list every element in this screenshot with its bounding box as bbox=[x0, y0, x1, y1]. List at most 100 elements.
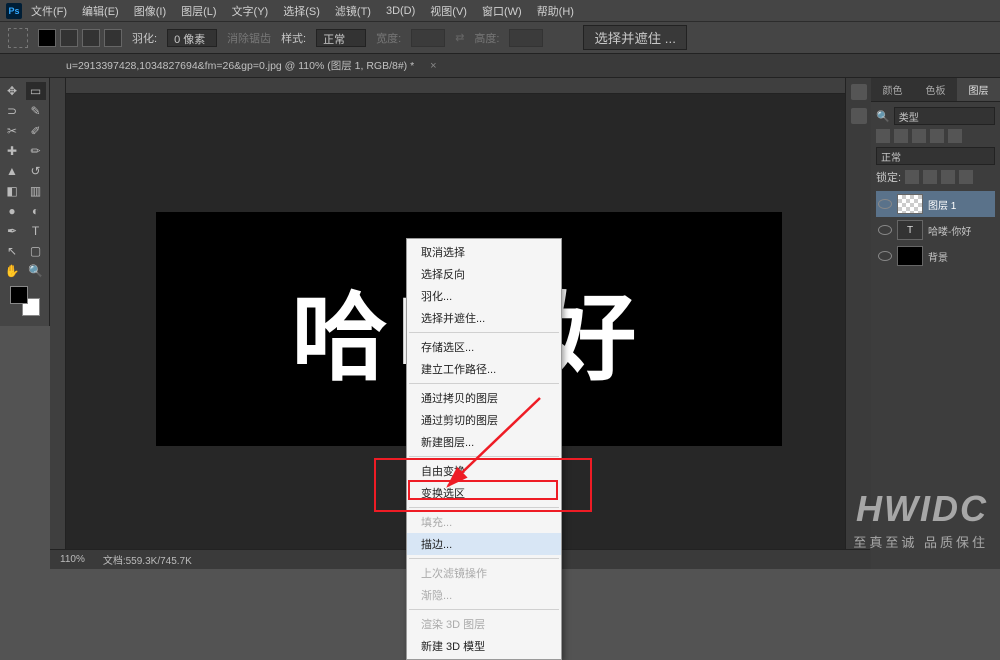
search-icon[interactable]: 🔍 bbox=[876, 110, 890, 123]
context-menu-item[interactable]: 变换选区 bbox=[407, 482, 561, 504]
blend-mode-select[interactable]: 正常 bbox=[876, 147, 995, 165]
menu-select[interactable]: 选择(S) bbox=[277, 1, 326, 21]
add-selection-icon[interactable] bbox=[60, 29, 78, 47]
move-tool-icon[interactable]: ✥ bbox=[2, 82, 22, 100]
menu-help[interactable]: 帮助(H) bbox=[531, 1, 580, 21]
tab-color[interactable]: 颜色 bbox=[871, 78, 914, 101]
close-tab-icon[interactable]: × bbox=[424, 60, 442, 72]
menu-filter[interactable]: 滤镜(T) bbox=[329, 1, 377, 21]
visibility-icon[interactable] bbox=[878, 251, 892, 261]
layer-name: 哈喽-你好 bbox=[928, 223, 971, 238]
lock-transparent-icon[interactable] bbox=[905, 170, 919, 184]
antialias-checkbox: 消除锯齿 bbox=[227, 30, 271, 46]
lasso-tool-icon[interactable]: ⊃ bbox=[2, 102, 22, 120]
eraser-tool-icon[interactable]: ◧ bbox=[2, 182, 22, 200]
foreground-color[interactable] bbox=[10, 286, 28, 304]
context-menu-item[interactable]: 存储选区... bbox=[407, 336, 561, 358]
new-selection-icon[interactable] bbox=[38, 29, 56, 47]
path-select-icon[interactable]: ↖ bbox=[2, 242, 22, 260]
marquee-tool-icon[interactable]: ▭ bbox=[26, 82, 46, 100]
context-menu-item[interactable]: 通过拷贝的图层 bbox=[407, 387, 561, 409]
visibility-icon[interactable] bbox=[878, 225, 892, 235]
context-menu-item[interactable]: 羽化... bbox=[407, 285, 561, 307]
style-label: 样式: bbox=[281, 30, 306, 46]
menu-file[interactable]: 文件(F) bbox=[25, 1, 73, 21]
history-brush-icon[interactable]: ↺ bbox=[26, 162, 46, 180]
collapsed-panels bbox=[845, 78, 871, 569]
type-tool-icon[interactable]: T bbox=[26, 222, 46, 240]
filter-type-select[interactable]: 类型 bbox=[894, 107, 995, 125]
color-swatches[interactable] bbox=[10, 286, 40, 316]
filter-adjust-icon[interactable] bbox=[894, 129, 908, 143]
visibility-icon[interactable] bbox=[878, 199, 892, 209]
options-bar: 羽化: 0 像素 消除锯齿 样式: 正常 宽度: ⇄ 高度: 选择并遮住 ... bbox=[0, 22, 1000, 54]
filter-smart-icon[interactable] bbox=[948, 129, 962, 143]
zoom-tool-icon[interactable]: 🔍 bbox=[26, 262, 46, 280]
tab-layers[interactable]: 图层 bbox=[957, 78, 1000, 101]
brush-tool-icon[interactable]: ✏ bbox=[26, 142, 46, 160]
shape-tool-icon[interactable]: ▢ bbox=[26, 242, 46, 260]
context-menu-item[interactable]: 自由变换 bbox=[407, 460, 561, 482]
quick-select-tool-icon[interactable]: ✎ bbox=[26, 102, 46, 120]
lock-position-icon[interactable] bbox=[941, 170, 955, 184]
menu-3d[interactable]: 3D(D) bbox=[380, 3, 421, 19]
context-menu-item[interactable]: 取消选择 bbox=[407, 241, 561, 263]
feather-label: 羽化: bbox=[132, 30, 157, 46]
properties-panel-icon[interactable] bbox=[851, 108, 867, 124]
context-menu-item[interactable]: 新建 3D 模型 bbox=[407, 635, 561, 657]
hand-tool-icon[interactable]: ✋ bbox=[2, 262, 22, 280]
panel-tabs: 颜色 色板 图层 bbox=[871, 78, 1000, 102]
layer-row[interactable]: 背景 bbox=[876, 243, 995, 269]
layers-panel: 🔍 类型 正常 锁定: bbox=[871, 102, 1000, 274]
context-menu-item[interactable]: 选择反向 bbox=[407, 263, 561, 285]
context-menu-item[interactable]: 选择并遮住... bbox=[407, 307, 561, 329]
context-menu-item: 上次滤镜操作 bbox=[407, 562, 561, 584]
blur-tool-icon[interactable]: ● bbox=[2, 202, 22, 220]
height-label: 高度: bbox=[474, 30, 499, 46]
context-menu-separator bbox=[409, 609, 559, 610]
stamp-tool-icon[interactable]: ▲ bbox=[2, 162, 22, 180]
filter-type-icon[interactable] bbox=[912, 129, 926, 143]
menu-edit[interactable]: 编辑(E) bbox=[76, 1, 125, 21]
intersect-selection-icon[interactable] bbox=[104, 29, 122, 47]
context-menu: 取消选择选择反向羽化...选择并遮住... 存储选区...建立工作路径... 通过拷… bbox=[406, 238, 562, 660]
marquee-tool-icon[interactable] bbox=[8, 28, 28, 48]
filter-shape-icon[interactable] bbox=[930, 129, 944, 143]
pen-tool-icon[interactable]: ✒ bbox=[2, 222, 22, 240]
context-menu-item[interactable]: 通过剪切的图层 bbox=[407, 409, 561, 431]
history-panel-icon[interactable] bbox=[851, 84, 867, 100]
swap-icon: ⇄ bbox=[455, 31, 464, 44]
select-and-mask-button[interactable]: 选择并遮住 ... bbox=[583, 25, 686, 50]
zoom-level[interactable]: 110% bbox=[60, 554, 85, 565]
tab-swatches[interactable]: 色板 bbox=[914, 78, 957, 101]
menu-image[interactable]: 图像(I) bbox=[128, 1, 172, 21]
gradient-tool-icon[interactable]: ▥ bbox=[26, 182, 46, 200]
context-menu-item[interactable]: 描边... bbox=[407, 533, 561, 555]
filter-pixel-icon[interactable] bbox=[876, 129, 890, 143]
style-select[interactable]: 正常 bbox=[316, 29, 366, 47]
context-menu-item[interactable]: 建立工作路径... bbox=[407, 358, 561, 380]
document-tab[interactable]: u=2913397428,1034827694&fm=26&gp=0.jpg @… bbox=[56, 55, 424, 76]
panels-dock: 颜色 色板 图层 🔍 类型 正常 锁定: bbox=[870, 78, 1000, 569]
context-menu-item[interactable]: 新建图层... bbox=[407, 431, 561, 453]
toolbox: ✥ ▭ ⊃ ✎ ✂ ✐ ✚ ✏ ▲ ↺ ◧ ▥ ● ◐ ✒ T ↖ ▢ ✋ 🔍 bbox=[0, 78, 50, 326]
feather-input[interactable]: 0 像素 bbox=[167, 29, 217, 47]
context-menu-item: 填充... bbox=[407, 511, 561, 533]
menu-layer[interactable]: 图层(L) bbox=[175, 1, 222, 21]
lock-all-icon[interactable] bbox=[959, 170, 973, 184]
menu-type[interactable]: 文字(Y) bbox=[226, 1, 275, 21]
lock-pixels-icon[interactable] bbox=[923, 170, 937, 184]
type-layer-icon[interactable]: T bbox=[897, 220, 923, 240]
dodge-tool-icon[interactable]: ◐ bbox=[26, 202, 46, 220]
eyedropper-tool-icon[interactable]: ✐ bbox=[26, 122, 46, 140]
layer-thumbnail[interactable] bbox=[897, 194, 923, 214]
width-label: 宽度: bbox=[376, 30, 401, 46]
layer-row[interactable]: 图层 1 bbox=[876, 191, 995, 217]
menu-view[interactable]: 视图(V) bbox=[424, 1, 473, 21]
healing-tool-icon[interactable]: ✚ bbox=[2, 142, 22, 160]
crop-tool-icon[interactable]: ✂ bbox=[2, 122, 22, 140]
layer-thumbnail[interactable] bbox=[897, 246, 923, 266]
subtract-selection-icon[interactable] bbox=[82, 29, 100, 47]
layer-row[interactable]: T 哈喽-你好 bbox=[876, 217, 995, 243]
menu-window[interactable]: 窗口(W) bbox=[476, 1, 528, 21]
